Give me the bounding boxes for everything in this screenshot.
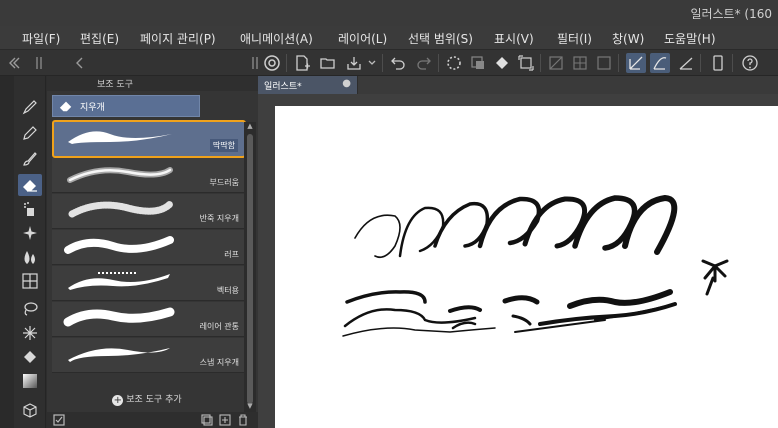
brush-item-label: 스냅 지우개 bbox=[199, 358, 239, 367]
clear-layer-icon[interactable] bbox=[468, 53, 488, 73]
snap-to-grid-icon[interactable] bbox=[676, 53, 696, 73]
snap-to-special-ruler-icon[interactable] bbox=[650, 53, 670, 73]
fill-bucket-icon[interactable] bbox=[492, 53, 512, 73]
brush-stroke-preview bbox=[67, 167, 173, 183]
menu-bar: 파일(F) 편집(E) 페이지 관리(P) 애니메이션(A) 레이어(L) 선택… bbox=[0, 26, 778, 50]
brush-item-rough[interactable]: 러프 bbox=[52, 230, 245, 265]
subtool-header-label: 보조 도구 bbox=[97, 80, 133, 90]
scroll-thumb[interactable] bbox=[247, 134, 253, 404]
brush-icon[interactable] bbox=[18, 148, 42, 170]
eraser-icon bbox=[59, 101, 72, 112]
subtool-group-tab[interactable]: 지우개 bbox=[52, 95, 200, 117]
fill-icon[interactable] bbox=[18, 346, 42, 368]
collapse-left-icon[interactable] bbox=[4, 53, 24, 73]
open-folder-icon[interactable] bbox=[318, 53, 338, 73]
gradient-icon[interactable] bbox=[18, 370, 42, 392]
eraser-icon[interactable] bbox=[18, 174, 42, 196]
menu-help[interactable]: 도움말(H) bbox=[664, 30, 716, 47]
document-tab[interactable]: 일러스트* ● bbox=[258, 76, 358, 94]
menu-filter[interactable]: 필터(I) bbox=[557, 30, 592, 47]
snap-to-ruler-icon[interactable] bbox=[626, 53, 646, 73]
brush-item-kneaded[interactable]: 반죽 지우개 bbox=[52, 194, 245, 229]
copy-icon[interactable] bbox=[201, 414, 213, 426]
frame-icon[interactable] bbox=[18, 270, 42, 292]
app-logo-icon[interactable] bbox=[262, 53, 282, 73]
panel-grip-icon[interactable] bbox=[30, 53, 50, 73]
pencil-icon[interactable] bbox=[18, 122, 42, 144]
add-subtool-button[interactable]: + 보조 도구 추가 bbox=[52, 392, 242, 410]
smartphone-icon[interactable] bbox=[708, 53, 728, 73]
subtool-scrollbar[interactable]: ▲ ▼ bbox=[244, 122, 256, 412]
auto-select-icon[interactable] bbox=[18, 322, 42, 344]
subtool-footer bbox=[47, 412, 258, 428]
window-title: 일러스트* (160 bbox=[690, 7, 772, 21]
brush-stroke-preview bbox=[68, 131, 172, 144]
menu-window[interactable]: 창(W) bbox=[612, 30, 644, 47]
menu-selection[interactable]: 선택 범위(S) bbox=[408, 30, 473, 47]
snap-grid-icon[interactable] bbox=[570, 53, 590, 73]
menu-animation[interactable]: 애니메이션(A) bbox=[240, 30, 313, 47]
document-tab-label: 일러스트* bbox=[264, 82, 302, 92]
menu-page[interactable]: 페이지 관리(P) bbox=[140, 30, 216, 47]
brush-stroke-preview bbox=[68, 272, 170, 290]
settings-icon[interactable] bbox=[53, 414, 65, 426]
brush-item-vector[interactable]: 벡터용 bbox=[52, 266, 245, 301]
menu-edit[interactable]: 편집(E) bbox=[80, 30, 119, 47]
loading-icon[interactable] bbox=[444, 53, 464, 73]
3d-object-icon[interactable] bbox=[18, 400, 42, 422]
brush-stroke-preview bbox=[64, 236, 174, 254]
lasso-icon[interactable] bbox=[18, 298, 42, 320]
trash-icon[interactable] bbox=[237, 414, 249, 426]
brush-item-label: 러프 bbox=[224, 250, 239, 259]
document-close-icon[interactable]: ● bbox=[342, 78, 351, 89]
subtool-header: 보조 도구 bbox=[47, 76, 258, 91]
help-icon[interactable] bbox=[740, 53, 760, 73]
brush-item-label: 딱딱함 bbox=[209, 139, 238, 152]
new-file-icon[interactable] bbox=[292, 53, 312, 73]
new-subtool-icon[interactable] bbox=[219, 414, 231, 426]
plus-circle-icon: + bbox=[112, 395, 124, 406]
brush-stroke-preview bbox=[68, 348, 170, 362]
document-tab-strip bbox=[358, 76, 778, 94]
canvas-paper[interactable] bbox=[275, 106, 778, 428]
title-bar: 일러스트* (160 bbox=[0, 0, 778, 26]
command-bar bbox=[0, 50, 778, 76]
blend-icon[interactable] bbox=[18, 246, 42, 268]
collapse-left-icon-2[interactable] bbox=[70, 53, 90, 73]
brush-item-label: 벡터용 bbox=[216, 286, 239, 295]
menu-file[interactable]: 파일(F) bbox=[22, 30, 60, 47]
scroll-down-icon[interactable]: ▼ bbox=[244, 402, 256, 412]
brush-item-label: 레이어 관통 bbox=[199, 322, 239, 331]
transform-icon[interactable] bbox=[516, 53, 536, 73]
menu-view[interactable]: 표시(V) bbox=[494, 30, 534, 47]
scroll-up-icon[interactable]: ▲ bbox=[244, 122, 256, 132]
brush-item-label: 반죽 지우개 bbox=[199, 214, 239, 223]
chevron-down-icon[interactable] bbox=[362, 53, 382, 73]
drawing-strokes bbox=[342, 194, 729, 337]
menu-layer[interactable]: 레이어(L) bbox=[338, 30, 387, 47]
airbrush-icon[interactable] bbox=[18, 198, 42, 220]
brush-item-hard[interactable]: 딱딱함 bbox=[52, 120, 246, 158]
redo-icon[interactable] bbox=[414, 53, 434, 73]
brush-item-label: 부드러움 bbox=[209, 178, 239, 187]
pen-icon[interactable] bbox=[18, 96, 42, 118]
save-icon[interactable] bbox=[344, 53, 364, 73]
add-subtool-label: 보조 도구 추가 bbox=[126, 395, 182, 405]
left-edge-strip bbox=[0, 76, 14, 428]
brush-stroke-preview bbox=[68, 200, 174, 218]
tool-column bbox=[14, 76, 46, 428]
brush-item-snap[interactable]: 스냅 지우개 bbox=[52, 338, 245, 373]
undo-icon[interactable] bbox=[388, 53, 408, 73]
brush-stroke-preview bbox=[63, 307, 175, 327]
brush-item-soft[interactable]: 부드러움 bbox=[52, 158, 245, 193]
brush-item-layer-through[interactable]: 레이어 관통 bbox=[52, 302, 245, 337]
subtool-group-label: 지우개 bbox=[80, 103, 105, 113]
decoration-icon[interactable] bbox=[18, 222, 42, 244]
hide-selection-icon[interactable] bbox=[546, 53, 566, 73]
snap-ruler-icon[interactable] bbox=[594, 53, 614, 73]
